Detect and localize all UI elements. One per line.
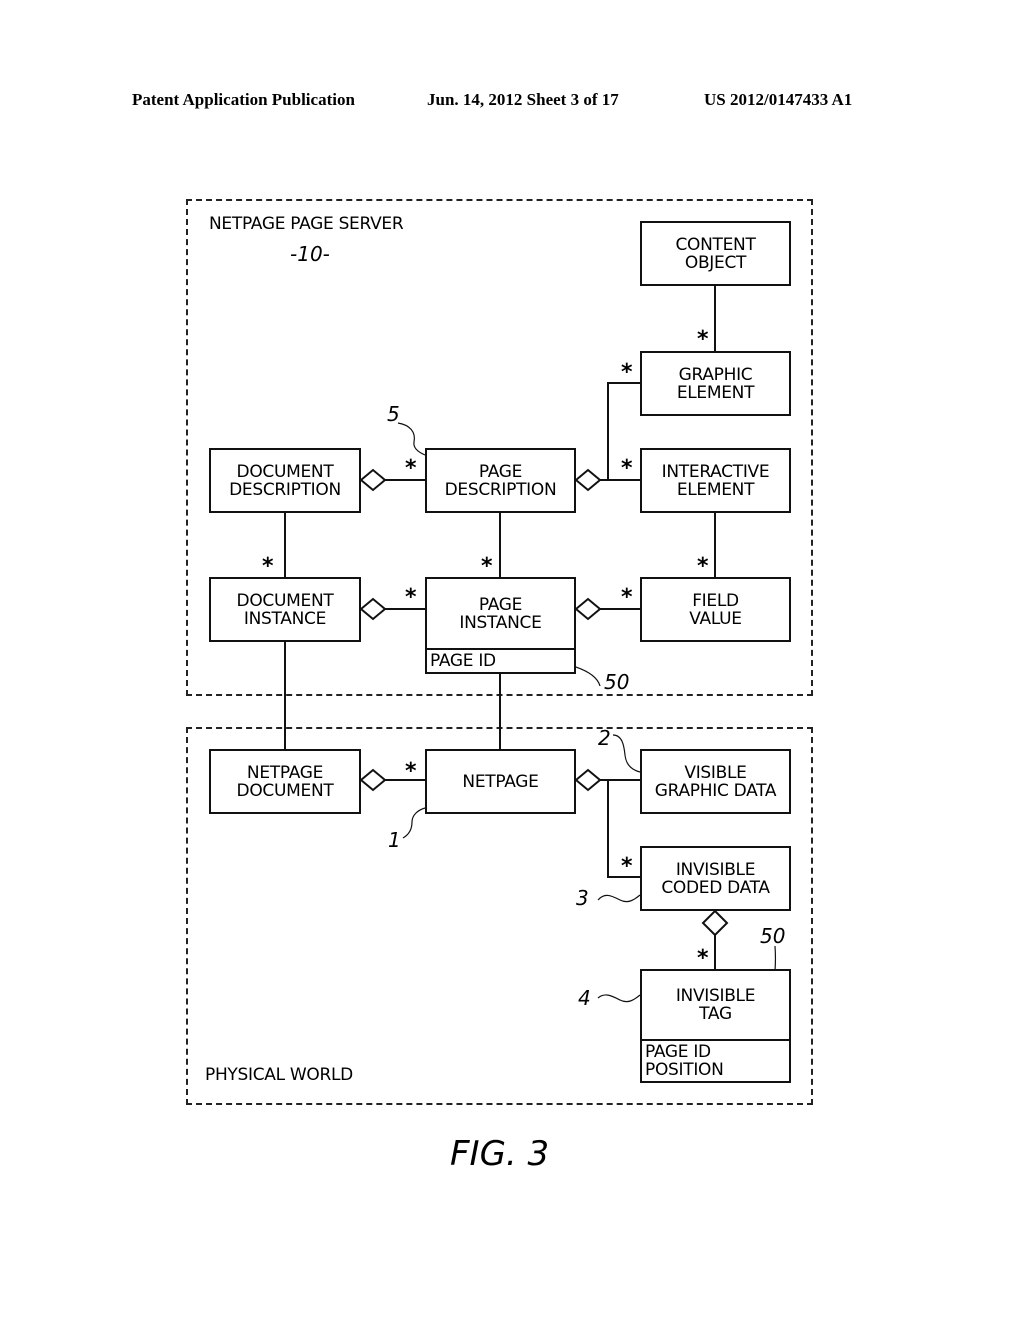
class-name: INVISIBLE TAG <box>675 986 756 1024</box>
ref-number-2: 2 <box>598 726 611 750</box>
aggregation-diamond <box>574 468 602 492</box>
class-page-instance: PAGE INSTANCE PAGE ID <box>425 577 576 674</box>
aggregation-diamond <box>359 768 387 792</box>
class-netpage: NETPAGE <box>425 749 576 814</box>
class-name: DOCUMENT INSTANCE <box>236 590 334 629</box>
class-name: PAGE INSTANCE <box>459 594 542 633</box>
ref-number-50-tag: 50 <box>760 924 786 948</box>
aggregation-diamond <box>701 909 729 937</box>
multiplicity-marker: * <box>405 456 417 481</box>
ref-number-5: 5 <box>387 402 400 426</box>
ref-number-3: 3 <box>576 886 589 910</box>
class-field-value: FIELD VALUE <box>640 577 791 642</box>
class-interactive-element: INTERACTIVE ELEMENT <box>640 448 791 513</box>
multiplicity-marker: * <box>621 854 633 879</box>
multiplicity-marker: * <box>697 554 709 579</box>
class-invisible-coded-data: INVISIBLE CODED DATA <box>640 846 791 911</box>
multiplicity-marker: * <box>481 554 493 579</box>
leader-line-5 <box>397 422 426 456</box>
class-attributes: PAGE ID POSITION <box>642 1039 789 1081</box>
class-name: PAGE DESCRIPTION <box>444 461 557 500</box>
aggregation-diamond <box>359 597 387 621</box>
class-name: FIELD VALUE <box>689 590 742 629</box>
ref-number-1: 1 <box>388 828 401 852</box>
figure-label: FIG. 3 <box>450 1134 550 1174</box>
leader-line-3 <box>597 894 641 903</box>
class-name: NETPAGE DOCUMENT <box>236 762 334 801</box>
aggregation-diamond <box>359 468 387 492</box>
class-name: INTERACTIVE ELEMENT <box>661 461 770 500</box>
multiplicity-marker: * <box>697 946 709 971</box>
multiplicity-marker: * <box>262 554 274 579</box>
class-invisible-tag: INVISIBLE TAG PAGE ID POSITION <box>640 969 791 1083</box>
class-name: INVISIBLE CODED DATA <box>661 859 770 898</box>
class-name: CONTENT OBJECT <box>675 234 756 273</box>
ref-number-4: 4 <box>578 986 591 1010</box>
aggregation-diamond <box>574 768 602 792</box>
multiplicity-marker: * <box>621 456 633 481</box>
class-name: VISIBLE GRAPHIC DATA <box>654 762 777 801</box>
leader-line-4 <box>597 994 641 1003</box>
class-attributes: PAGE ID <box>427 648 574 672</box>
aggregation-diamond <box>574 597 602 621</box>
class-netpage-document: NETPAGE DOCUMENT <box>209 749 361 814</box>
ref-number-50-server: 50 <box>604 670 630 694</box>
class-name: GRAPHIC ELEMENT <box>676 364 755 403</box>
multiplicity-marker: * <box>405 585 417 610</box>
leader-line-2 <box>612 734 641 773</box>
multiplicity-marker: * <box>621 585 633 610</box>
class-page-description: PAGE DESCRIPTION <box>425 448 576 513</box>
multiplicity-marker: * <box>405 759 417 784</box>
class-visible-graphic-data: VISIBLE GRAPHIC DATA <box>640 749 791 814</box>
link-pagedesc-graphic <box>600 382 640 481</box>
class-graphic-element: GRAPHIC ELEMENT <box>640 351 791 416</box>
class-name: NETPAGE <box>462 771 539 792</box>
class-content-object: CONTENT OBJECT <box>640 221 791 286</box>
class-name: DOCUMENT DESCRIPTION <box>229 461 341 500</box>
multiplicity-marker: * <box>697 327 709 352</box>
multiplicity-marker: * <box>621 360 633 385</box>
class-document-instance: DOCUMENT INSTANCE <box>209 577 361 642</box>
class-document-description: DOCUMENT DESCRIPTION <box>209 448 361 513</box>
leader-line-1 <box>402 807 426 839</box>
